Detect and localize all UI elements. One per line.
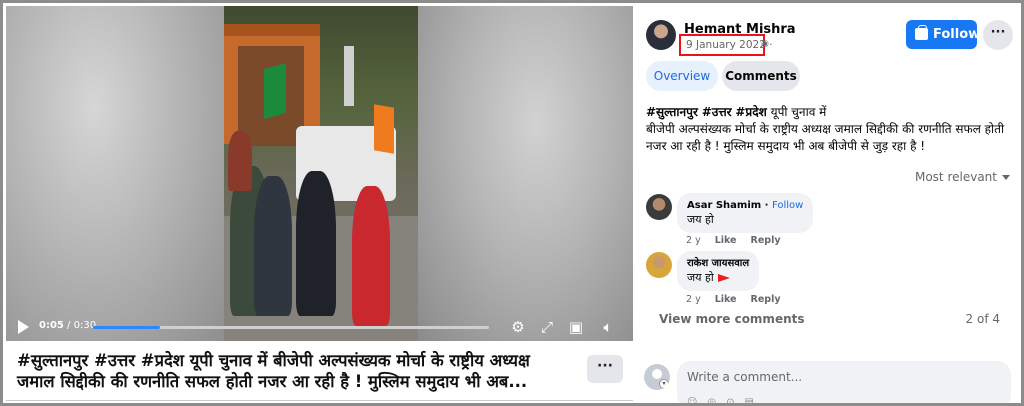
comment-author[interactable]: राकेश जायसवाल (687, 257, 749, 270)
comment-composer[interactable]: ☺◎⊙▤ (677, 361, 1011, 403)
comment-bubble: Asar Shamim · Follow जय हो (677, 193, 814, 233)
follow-icon (915, 25, 928, 40)
post-side-panel: Hemant Mishra 9 January 2022 · ◉ Follow … (636, 6, 1021, 403)
comment-meta: 2 y Like Reply (686, 294, 781, 305)
user-avatar[interactable]: ▾ (644, 364, 670, 390)
comment-avatar[interactable] (646, 252, 672, 278)
composer-icons[interactable]: ☺◎⊙▤ (687, 397, 764, 403)
divider (6, 400, 633, 401)
audience-icon: ◉ (761, 39, 769, 49)
video-progress-fill (93, 326, 161, 329)
picture-in-picture-icon[interactable]: ▣ (567, 318, 585, 336)
fullscreen-icon[interactable]: ⤢ (538, 318, 556, 336)
comment-bubble: राकेश जायसवाल जय हो (677, 251, 760, 291)
chevron-down-icon (1002, 175, 1010, 180)
video-frame (224, 6, 418, 341)
play-icon[interactable] (18, 320, 29, 334)
settings-icon[interactable]: ⚙ (509, 318, 527, 336)
person-3 (296, 171, 336, 316)
hashtag[interactable]: #प्रदेश (735, 105, 766, 119)
like-link[interactable]: Like (715, 235, 737, 246)
more-options-button[interactable]: ··· (983, 20, 1013, 50)
author-avatar[interactable] (646, 20, 676, 50)
screenshot-frame: 0:05 / 0:30 ⚙ ⤢ ▣ 🔈︎ #सुल्तानपुर #उत्तर … (0, 0, 1024, 406)
flag-2 (374, 104, 394, 154)
video-blur-right (418, 6, 633, 341)
reply-link[interactable]: Reply (751, 235, 781, 246)
comment-input[interactable] (687, 370, 987, 384)
flag-emoji-icon (717, 274, 730, 282)
comment-follow-link[interactable]: Follow (772, 200, 803, 211)
flag-3 (344, 46, 354, 106)
video-controls: 0:05 / 0:30 ⚙ ⤢ ▣ 🔈︎ (6, 312, 633, 341)
tab-comments[interactable]: Comments (722, 61, 800, 91)
post-caption-line2: जमाल सिद्दीकी की रणनीति सफल होती नजर आ र… (17, 372, 528, 391)
post-caption: #सुल्तानपुर #उत्तर #प्रदेश यूपी चुनाव मे… (17, 350, 582, 392)
chevron-down-icon: ▾ (659, 379, 669, 389)
video-player[interactable]: 0:05 / 0:30 ⚙ ⤢ ▣ 🔈︎ (6, 6, 633, 341)
like-link[interactable]: Like (715, 294, 737, 305)
video-blur-left (6, 6, 226, 341)
person-2 (254, 176, 292, 316)
volume-icon[interactable]: 🔈︎ (599, 318, 617, 336)
comment-avatar[interactable] (646, 194, 672, 220)
caption-more-button[interactable]: ··· (587, 355, 623, 383)
video-time: 0:05 / 0:30 (39, 320, 97, 331)
comment-text: जय हो (687, 271, 714, 284)
person-4 (352, 186, 390, 326)
sort-dropdown[interactable]: Most relevant (915, 170, 1010, 184)
comment-text: जय हो (687, 213, 714, 226)
comment-author[interactable]: Asar Shamim (687, 200, 761, 211)
post-body: बीजेपी अल्पसंख्यक मोर्चा के राष्ट्रीय अध… (646, 122, 1005, 153)
flag-1 (264, 63, 286, 119)
post-text: #सुल्तानपुर #उत्तर #प्रदेश यूपी चुनाव मे… (646, 105, 1005, 153)
view-more-comments-link[interactable]: View more comments (659, 312, 805, 326)
comment-meta: 2 y Like Reply (686, 235, 781, 246)
reply-link[interactable]: Reply (751, 294, 781, 305)
post-caption-line1: #सुल्तानपुर #उत्तर #प्रदेश यूपी चुनाव मे… (17, 351, 530, 370)
post-date[interactable]: 9 January 2022 · (686, 39, 773, 51)
hashtag[interactable]: #सुल्तानपुर (646, 105, 698, 119)
hashtag[interactable]: #उत्तर (702, 105, 732, 119)
video-progress-bar[interactable] (93, 326, 489, 329)
tab-overview[interactable]: Overview (646, 61, 718, 91)
follow-button[interactable]: Follow (906, 20, 980, 49)
person-5 (228, 131, 252, 191)
comment-count: 2 of 4 (965, 312, 1000, 326)
